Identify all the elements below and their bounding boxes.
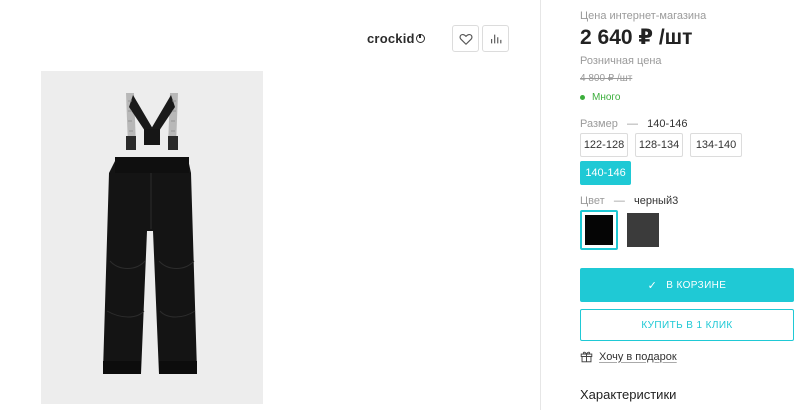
column-divider: [540, 0, 541, 410]
color-swatch-black[interactable]: [580, 210, 618, 250]
buy-one-click-button[interactable]: КУПИТЬ В 1 КЛИК: [580, 309, 794, 341]
size-option-134-140[interactable]: 134-140: [690, 133, 742, 157]
size-label: Размер — 140-146: [580, 118, 688, 130]
color-swatch-black-fill: [585, 215, 613, 245]
color-label: Цвет — черный3: [580, 195, 678, 207]
brand-logo[interactable]: crockid: [367, 31, 425, 46]
characteristics-heading[interactable]: Характеристики: [580, 387, 676, 402]
online-price-label: Цена интернет-магазина: [580, 10, 707, 22]
size-dash: —: [620, 118, 645, 130]
size-selected-value: 140-146: [647, 118, 688, 130]
color-swatch-dark-grey[interactable]: [624, 210, 662, 250]
gift-label: Хочу в подарок: [599, 350, 677, 363]
color-label-text: Цвет: [580, 195, 605, 207]
color-dash: —: [607, 195, 631, 207]
ski-pants-illustration: [103, 93, 197, 374]
in-cart-button[interactable]: ✓ В КОРЗИНЕ: [580, 268, 794, 302]
size-option-122-128[interactable]: 122-128: [580, 133, 628, 157]
size-label-text: Размер: [580, 118, 618, 130]
gift-icon: [580, 351, 593, 363]
size-option-128-134[interactable]: 128-134: [635, 133, 683, 157]
favorite-button[interactable]: [452, 25, 479, 52]
compare-button[interactable]: [482, 25, 509, 52]
in-cart-label: В КОРЗИНЕ: [666, 279, 727, 291]
checkmark-icon: ✓: [647, 279, 658, 292]
availability-dot-icon: [580, 95, 585, 100]
availability-status: Много: [580, 92, 620, 103]
retail-price: 4 800 ₽ /шт: [580, 73, 633, 84]
color-swatch-dark-grey-fill: [627, 213, 659, 247]
size-option-140-146[interactable]: 140-146: [580, 161, 631, 185]
online-price: 2 640 ₽ /шт: [580, 26, 693, 49]
product-gallery: crockid: [0, 0, 540, 410]
brand-logo-mark: [415, 34, 425, 43]
retail-price-label: Розничная цена: [580, 55, 662, 67]
color-selected-value: черный3: [634, 195, 679, 207]
brand-name: crockid: [367, 31, 415, 46]
availability-text: Много: [592, 92, 621, 103]
compare-chart-icon: [490, 34, 501, 43]
product-image[interactable]: [41, 71, 263, 404]
wishlist-gift-link[interactable]: Хочу в подарок: [580, 350, 677, 363]
heart-icon: [459, 33, 472, 45]
